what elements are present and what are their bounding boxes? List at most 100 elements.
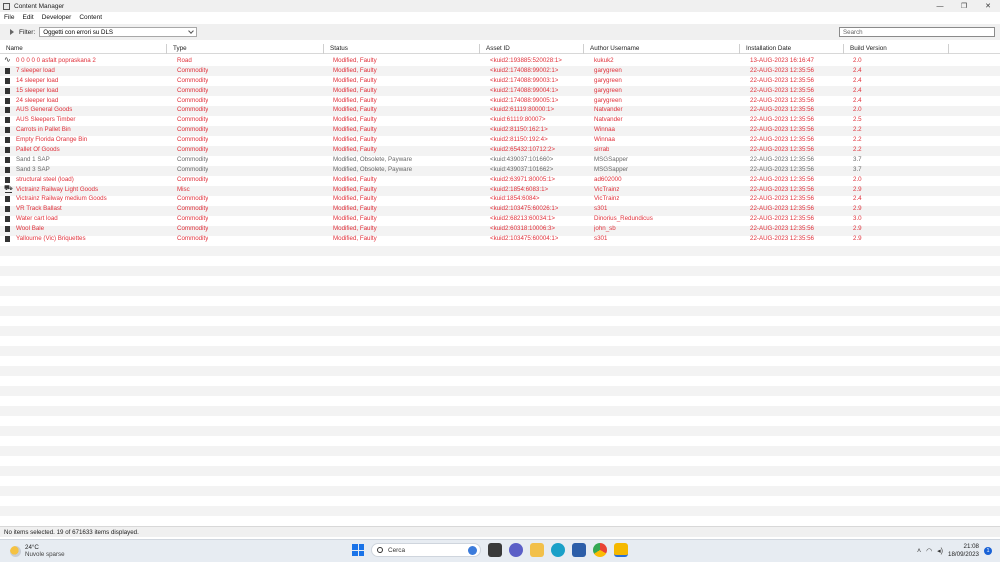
cell-status: Modified, Obsolete, Payware xyxy=(333,165,413,173)
cell-type: Commodity xyxy=(177,205,209,213)
cell-type: Commodity xyxy=(177,225,209,233)
table-row[interactable]: Pallet Of Goods Commodity Modified, Faulty… xyxy=(0,145,1000,155)
cell-author: sirrab xyxy=(594,146,610,154)
cell-date: 22-AUG-2023 12:35:56 xyxy=(750,86,814,94)
cell-build: 2.2 xyxy=(853,136,862,144)
column-header-asset-id[interactable]: Asset ID xyxy=(480,44,584,54)
cell-date: 22-AUG-2023 12:35:56 xyxy=(750,96,814,104)
table-row[interactable]: AUS Sleepers Timber Commodity Modified, Fa… xyxy=(0,115,1000,125)
cell-status: Modified, Faulty xyxy=(333,235,377,243)
cell-status: Modified, Faulty xyxy=(333,136,377,144)
close-button[interactable]: ✕ xyxy=(976,0,1000,12)
cell-name: Victrainz Railway medium Goods xyxy=(16,195,107,203)
cell-date: 22-AUG-2023 12:35:56 xyxy=(750,155,814,163)
menu-file[interactable]: File xyxy=(0,14,18,21)
column-header-name[interactable]: Name xyxy=(0,44,167,54)
store-icon[interactable] xyxy=(572,543,586,557)
minimize-button[interactable]: — xyxy=(928,0,952,12)
cell-type: Commodity xyxy=(177,76,209,84)
table-row[interactable]: Empty Florida Orange Bin Commodity Modifie… xyxy=(0,135,1000,145)
cell-asset-id: <kuid:439037:101660> xyxy=(490,155,554,163)
table-row[interactable]: Wool Bale Commodity Modified, Faulty <kuid2… xyxy=(0,224,1000,234)
cell-build: 2.4 xyxy=(853,76,862,84)
column-header-type[interactable]: Type xyxy=(167,44,324,54)
search-input[interactable] xyxy=(839,27,995,37)
table-row[interactable]: 7 sleeper load Commodity Modified, Faulty <… xyxy=(0,66,1000,76)
wifi-icon[interactable]: ◠ xyxy=(926,547,932,555)
windows-start-icon[interactable] xyxy=(352,544,364,556)
column-header-author[interactable]: Author Username xyxy=(584,44,740,54)
table-row[interactable]: Victrainz Railway Light Goods Misc Modifie… xyxy=(0,184,1000,195)
table-row[interactable]: Sand 3 SAP Commodity Modified, Obsolete, P… xyxy=(0,165,1000,175)
cell-status: Modified, Faulty xyxy=(333,76,377,84)
cell-build: 2.0 xyxy=(853,106,862,114)
taskbar: 24°C Nuvole sparse Cerca ˄ ◠ ◂) 21:08 18… xyxy=(0,539,1000,562)
cell-name: 0 0 0 0 0 asfalt popraskana 2 xyxy=(16,57,96,64)
menu-content[interactable]: Content xyxy=(75,14,106,21)
column-header-status[interactable]: Status xyxy=(324,44,480,54)
cell-asset-id: <kuid2:174088:99002:1> xyxy=(490,66,559,74)
cell-author: MSGSapper xyxy=(594,165,629,173)
trainz-app-icon[interactable] xyxy=(614,543,628,557)
table-row[interactable]: Yallourne (Vic) Briquettes Commodity Modif… xyxy=(0,234,1000,244)
table-row[interactable]: VR Track Ballast Commodity Modified, Fault… xyxy=(0,204,1000,214)
commodity-icon xyxy=(5,117,10,124)
filter-dropdown[interactable]: Oggetti con errori su DLS xyxy=(39,27,198,37)
table-row[interactable]: 14 sleeper load Commodity Modified, Faulty… xyxy=(0,76,1000,86)
cell-name: 24 sleeper load xyxy=(16,96,59,104)
column-header-installation-date[interactable]: Installation Date xyxy=(740,44,844,54)
commodity-icon xyxy=(5,97,10,104)
road-icon xyxy=(4,56,11,64)
edge-icon[interactable] xyxy=(551,543,565,557)
commodity-icon xyxy=(5,226,10,233)
chevron-up-icon[interactable]: ˄ xyxy=(917,548,921,555)
maximize-button[interactable]: ❐ xyxy=(952,0,976,12)
column-header-build-version[interactable]: Build Version xyxy=(844,44,949,54)
table-row[interactable]: AUS General Goods Commodity Modified, Faul… xyxy=(0,105,1000,115)
cell-date: 22-AUG-2023 12:35:56 xyxy=(750,235,814,243)
cell-date: 22-AUG-2023 12:35:56 xyxy=(750,116,814,124)
cell-date: 22-AUG-2023 12:35:56 xyxy=(750,106,814,114)
cell-name: Sand 3 SAP xyxy=(16,165,50,173)
commodity-icon xyxy=(5,206,10,213)
volume-icon[interactable]: ◂) xyxy=(937,547,943,555)
cell-status: Modified, Faulty xyxy=(333,106,377,114)
cell-author: Natvander xyxy=(594,106,623,114)
menu-edit[interactable]: Edit xyxy=(18,14,37,21)
cell-author: VicTrainz xyxy=(594,185,620,193)
chrome-icon[interactable] xyxy=(593,543,607,557)
table-row[interactable]: 15 sleeper load Commodity Modified, Faulty… xyxy=(0,86,1000,96)
table-row[interactable]: 0 0 0 0 0 asfalt popraskana 2 Road Modifie… xyxy=(0,56,1000,66)
task-view-icon[interactable] xyxy=(488,543,502,557)
menu-developer[interactable]: Developer xyxy=(38,14,76,21)
table-row[interactable]: 24 sleeper load Commodity Modified, Faulty… xyxy=(0,96,1000,106)
chat-icon[interactable] xyxy=(509,543,523,557)
cell-type: Commodity xyxy=(177,146,209,154)
cell-date: 22-AUG-2023 12:35:56 xyxy=(750,76,814,84)
cell-asset-id: <kuid2:81150:162:1> xyxy=(490,126,548,134)
cell-name: Sand 1 SAP xyxy=(16,155,50,163)
cell-asset-id: <kuid2:1854:6083:1> xyxy=(490,185,549,193)
cell-asset-id: <kuid2:174088:99003:1> xyxy=(490,76,559,84)
table-row[interactable]: structural steel (load) Commodity Modified… xyxy=(0,175,1000,185)
cell-name: Pallet Of Goods xyxy=(16,146,60,154)
cell-status: Modified, Faulty xyxy=(333,96,377,104)
table-row[interactable]: Water cart load Commodity Modified, Faulty… xyxy=(0,214,1000,224)
commodity-icon xyxy=(5,156,10,163)
cell-name: Empty Florida Orange Bin xyxy=(16,136,88,144)
cell-status: Modified, Faulty xyxy=(333,205,377,213)
cell-asset-id: <kuid2:103475:60004:1> xyxy=(490,235,559,243)
play-icon[interactable] xyxy=(10,29,14,35)
cell-status: Modified, Obsolete, Payware xyxy=(333,155,413,163)
cell-date: 22-AUG-2023 12:35:56 xyxy=(750,165,814,173)
notification-badge[interactable]: 1 xyxy=(984,547,992,555)
table-row[interactable]: Carrots in Pallet Bin Commodity Modified, … xyxy=(0,125,1000,135)
taskbar-search[interactable]: Cerca xyxy=(371,543,481,557)
file-explorer-icon[interactable] xyxy=(530,543,544,557)
clock[interactable]: 21:08 18/09/2023 xyxy=(948,543,979,559)
weather-widget[interactable]: 24°C Nuvole sparse xyxy=(10,544,65,558)
cell-status: Modified, Faulty xyxy=(333,126,377,134)
table-row[interactable]: Victrainz Railway medium Goods Commodity M… xyxy=(0,194,1000,204)
filter-bar: Filter: Oggetti con errori su DLS xyxy=(0,24,1000,40)
table-row[interactable]: Sand 1 SAP Commodity Modified, Obsolete, P… xyxy=(0,155,1000,165)
